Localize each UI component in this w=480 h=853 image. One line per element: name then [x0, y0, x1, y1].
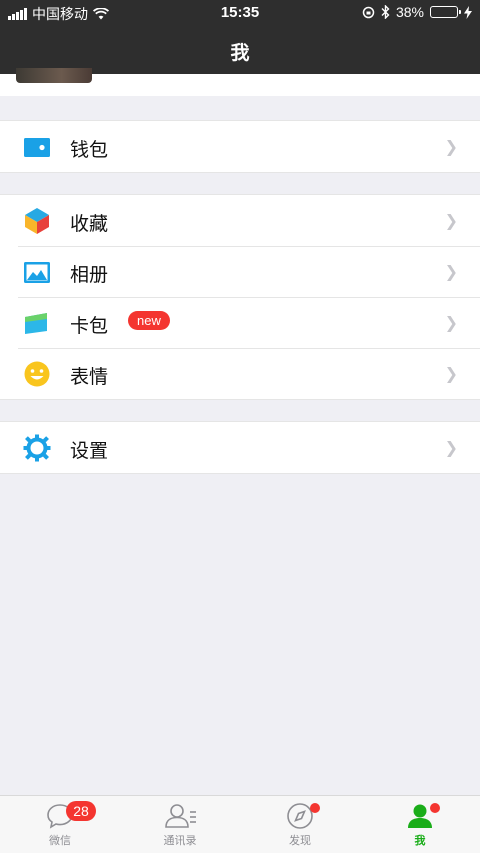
sticker-label: 表情 — [70, 367, 109, 388]
settings-icon — [22, 434, 52, 462]
favorites-label: 收藏 — [70, 214, 109, 235]
notification-dot — [430, 803, 440, 813]
card-pack-icon — [22, 309, 52, 337]
card-pack-label: 卡包 — [70, 316, 109, 337]
notification-dot — [310, 803, 320, 813]
favorites-row[interactable]: 收藏 ❯ — [0, 195, 480, 246]
tab-discover-label: 发现 — [289, 835, 311, 847]
favorites-icon — [22, 207, 52, 235]
contacts-icon — [165, 804, 196, 828]
settings-label: 设置 — [70, 441, 109, 462]
settings-group: 设置 ❯ — [0, 421, 480, 474]
tab-me-label: 我 — [414, 835, 426, 847]
wallet-group: 钱包 ❯ — [0, 120, 480, 173]
chevron-right-icon: ❯ — [444, 440, 458, 457]
avatar[interactable] — [16, 68, 92, 83]
unread-count-badge: 28 — [66, 801, 96, 821]
settings-row[interactable]: 设置 ❯ — [0, 422, 480, 473]
nav-bar: 我 — [0, 26, 480, 74]
wallet-icon — [22, 133, 52, 161]
charging-icon — [464, 5, 472, 19]
new-badge: new — [128, 311, 170, 330]
chevron-right-icon: ❯ — [444, 213, 458, 230]
tab-me[interactable]: 我 — [380, 802, 460, 848]
page-title: 我 — [230, 43, 250, 64]
tab-discover[interactable]: 发现 — [260, 802, 340, 848]
wallet-label: 钱包 — [70, 140, 109, 161]
profile-card[interactable] — [0, 68, 480, 96]
tab-contacts[interactable]: 通讯录 — [140, 802, 220, 848]
card-pack-row[interactable]: 卡包 new ❯ — [0, 297, 480, 348]
orientation-lock-icon — [362, 6, 375, 18]
chevron-right-icon: ❯ — [444, 366, 458, 383]
bluetooth-icon — [381, 5, 390, 19]
tab-bar: 28 微信 通讯录 发现 我 — [0, 795, 480, 853]
collections-group: 收藏 ❯ 相册 ❯ 卡包 new ❯ 表情 ❯ — [0, 194, 480, 400]
tab-contacts-label: 通讯录 — [163, 835, 197, 847]
battery-icon — [430, 6, 461, 18]
wallet-row[interactable]: 钱包 ❯ — [0, 121, 480, 172]
chevron-right-icon: ❯ — [444, 264, 458, 281]
status-bar: 中国移动 15:35 38% — [0, 0, 480, 26]
album-row[interactable]: 相册 ❯ — [0, 246, 480, 297]
chevron-right-icon: ❯ — [444, 139, 458, 156]
album-label: 相册 — [70, 265, 109, 286]
tab-chats-label: 微信 — [49, 835, 71, 847]
sticker-icon — [22, 360, 52, 388]
album-icon — [22, 258, 52, 286]
sticker-row[interactable]: 表情 ❯ — [0, 348, 480, 399]
chevron-right-icon: ❯ — [444, 315, 458, 332]
tab-chats[interactable]: 28 微信 — [20, 801, 100, 848]
battery-percent: 38% — [395, 4, 424, 20]
